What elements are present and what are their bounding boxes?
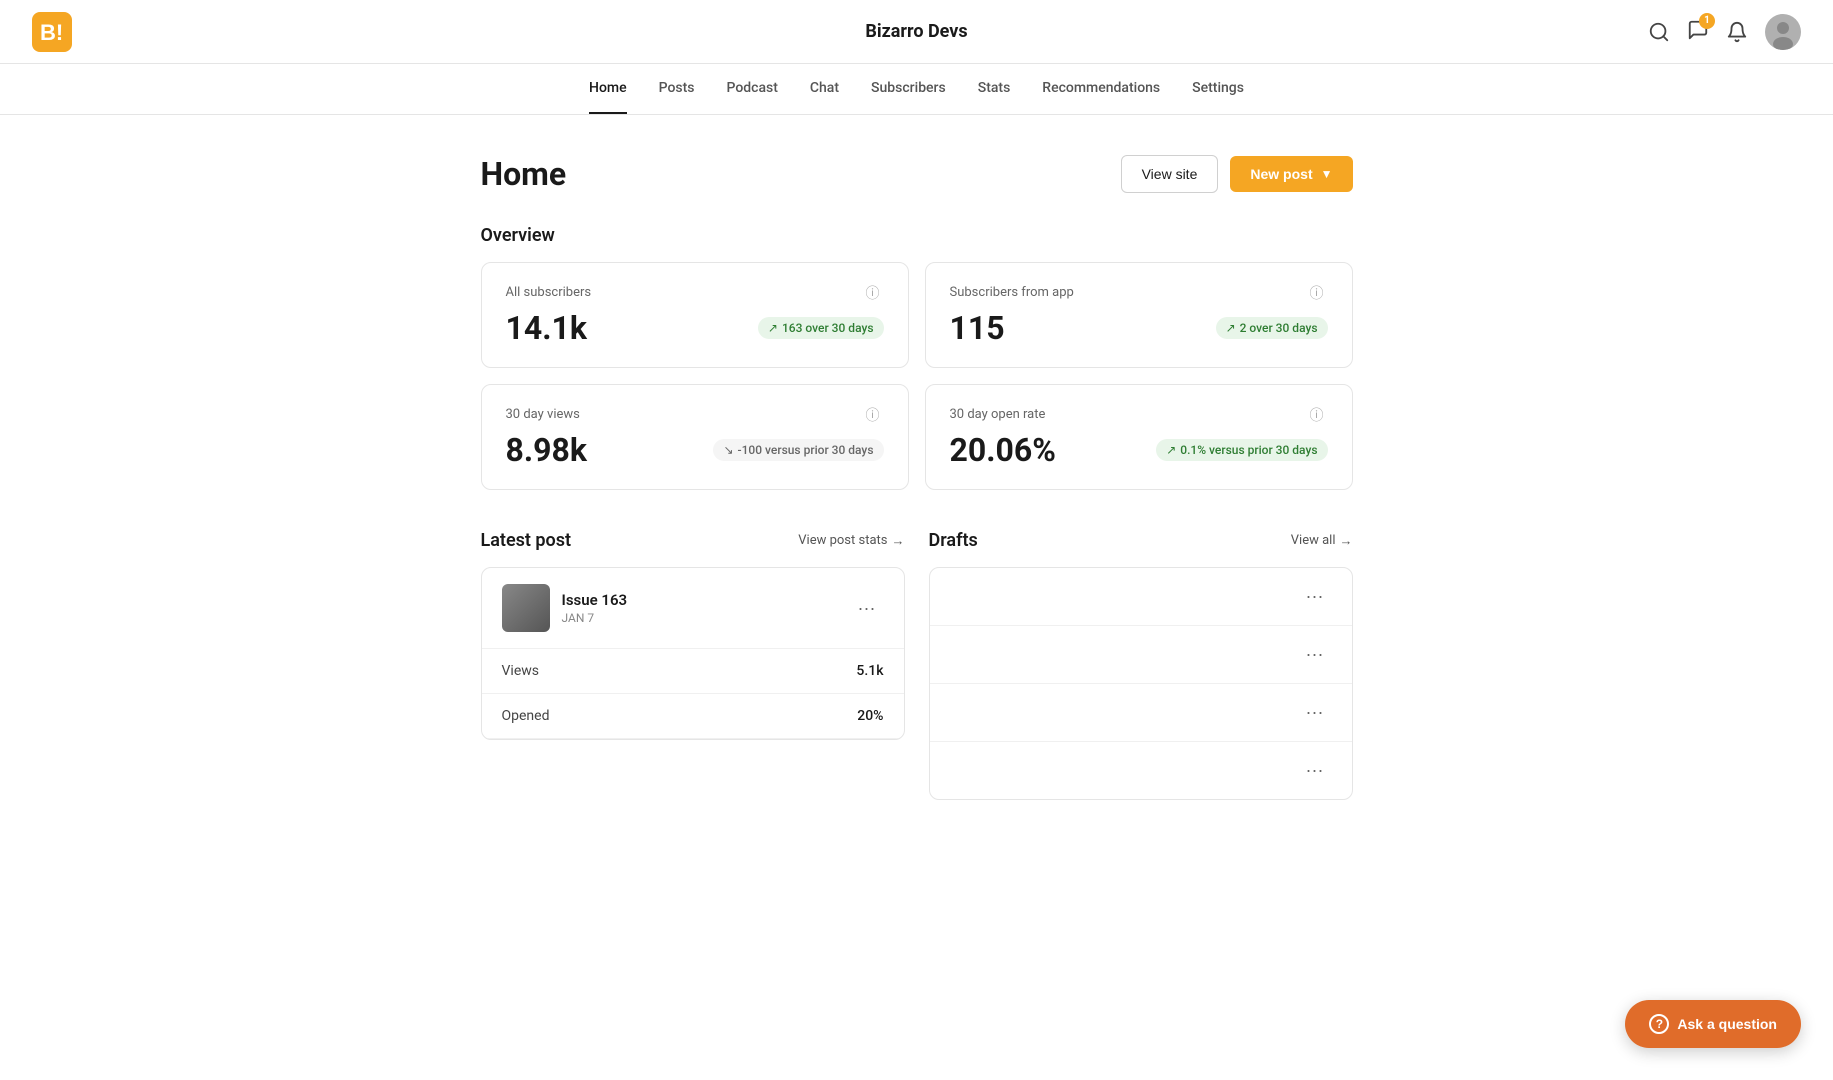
stat-value-30-day-views: 8.98k xyxy=(506,431,587,469)
logo[interactable]: B! xyxy=(32,12,92,52)
post-stat-opened: Opened 20% xyxy=(482,694,904,739)
ask-question-icon: ? xyxy=(1649,1014,1669,1034)
info-icon-open-rate[interactable]: ⓘ xyxy=(1310,405,1328,423)
latest-post-title: Latest post xyxy=(481,530,572,551)
drafts-title: Drafts xyxy=(929,530,978,551)
ask-question-button[interactable]: ? Ask a question xyxy=(1625,1000,1801,1048)
stat-badge-all-subscribers: 163 over 30 days xyxy=(758,317,884,339)
bottom-grid: Latest post View post stats → Issue 163 … xyxy=(481,530,1353,800)
notifications-icon[interactable] xyxy=(1725,20,1749,44)
draft-item-3: ··· xyxy=(930,684,1352,742)
drafts-section: Drafts View all → ··· ··· ··· ··· xyxy=(929,530,1353,800)
opened-label: Opened xyxy=(502,708,550,724)
header-actions: 1 xyxy=(1647,14,1801,50)
post-card: Issue 163 JAN 7 ··· Views 5.1k Opened 20… xyxy=(481,567,905,740)
logo-icon: B! xyxy=(32,12,72,52)
page-header-actions: View site New post ▼ xyxy=(1121,155,1353,193)
draft-more-button-1[interactable]: ··· xyxy=(1298,582,1332,611)
trend-up-icon-3 xyxy=(1166,443,1176,457)
nav-item-stats[interactable]: Stats xyxy=(978,64,1011,114)
stat-label-30-day-views: 30 day views xyxy=(506,407,580,422)
nav-item-podcast[interactable]: Podcast xyxy=(726,64,777,114)
post-date: JAN 7 xyxy=(562,611,628,625)
view-all-drafts-link[interactable]: View all → xyxy=(1291,533,1353,549)
search-icon[interactable] xyxy=(1647,20,1671,44)
stat-badge-open-rate: 0.1% versus prior 30 days xyxy=(1156,439,1327,461)
info-icon-30-day-views[interactable]: ⓘ xyxy=(866,405,884,423)
trend-up-icon-2 xyxy=(1226,321,1236,335)
stat-label-all-subscribers: All subscribers xyxy=(506,285,592,300)
nav-item-subscribers[interactable]: Subscribers xyxy=(871,64,946,114)
header: B! Bizarro Devs 1 xyxy=(0,0,1833,64)
stats-grid: All subscribers ⓘ 14.1k 163 over 30 days… xyxy=(481,262,1353,490)
stat-card-open-rate: 30 day open rate ⓘ 20.06% 0.1% versus pr… xyxy=(925,384,1353,490)
drafts-card: ··· ··· ··· ··· xyxy=(929,567,1353,800)
draft-item-4: ··· xyxy=(930,742,1352,799)
nav-item-chat[interactable]: Chat xyxy=(810,64,839,114)
post-more-button[interactable]: ··· xyxy=(850,594,884,623)
site-title: Bizarro Devs xyxy=(865,21,967,42)
avatar[interactable] xyxy=(1765,14,1801,50)
nav-item-home[interactable]: Home xyxy=(589,64,627,114)
post-thumbnail xyxy=(502,584,550,632)
stat-badge-app-subscribers: 2 over 30 days xyxy=(1216,317,1328,339)
post-card-info: Issue 163 JAN 7 xyxy=(502,584,628,632)
draft-item-2: ··· xyxy=(930,626,1352,684)
stat-value-open-rate: 20.06% xyxy=(950,431,1056,469)
trend-down-icon xyxy=(723,443,733,457)
trend-up-icon xyxy=(768,321,778,335)
new-post-button[interactable]: New post ▼ xyxy=(1230,156,1352,192)
overview-title: Overview xyxy=(481,225,1353,246)
message-badge: 1 xyxy=(1699,13,1715,29)
draft-item-1: ··· xyxy=(930,568,1352,626)
stat-badge-30-day-views: -100 versus prior 30 days xyxy=(713,439,883,461)
draft-more-button-4[interactable]: ··· xyxy=(1298,756,1332,785)
main-content: Home View site New post ▼ Overview All s… xyxy=(457,115,1377,840)
nav-item-recommendations[interactable]: Recommendations xyxy=(1042,64,1160,114)
main-nav: Home Posts Podcast Chat Subscribers Stat… xyxy=(0,64,1833,115)
svg-text:B!: B! xyxy=(40,20,63,45)
post-stat-views: Views 5.1k xyxy=(482,649,904,694)
stat-label-app-subscribers: Subscribers from app xyxy=(950,285,1074,300)
view-post-stats-link[interactable]: View post stats → xyxy=(798,533,904,549)
views-label: Views xyxy=(502,663,540,679)
chevron-down-icon: ▼ xyxy=(1321,167,1333,181)
latest-post-section: Latest post View post stats → Issue 163 … xyxy=(481,530,905,800)
stat-value-app-subscribers: 115 xyxy=(950,309,1005,347)
views-value: 5.1k xyxy=(856,663,883,679)
drafts-header: Drafts View all → xyxy=(929,530,1353,551)
new-post-label: New post xyxy=(1250,166,1312,182)
arrow-right-icon: → xyxy=(892,533,905,549)
draft-more-button-2[interactable]: ··· xyxy=(1298,640,1332,669)
draft-more-button-3[interactable]: ··· xyxy=(1298,698,1332,727)
page-header: Home View site New post ▼ xyxy=(481,155,1353,193)
post-card-header: Issue 163 JAN 7 ··· xyxy=(482,568,904,649)
stat-card-all-subscribers: All subscribers ⓘ 14.1k 163 over 30 days xyxy=(481,262,909,368)
post-title: Issue 163 xyxy=(562,591,628,609)
stat-card-app-subscribers: Subscribers from app ⓘ 115 2 over 30 day… xyxy=(925,262,1353,368)
post-meta: Issue 163 JAN 7 xyxy=(562,591,628,625)
arrow-right-icon-2: → xyxy=(1340,533,1353,549)
latest-post-header: Latest post View post stats → xyxy=(481,530,905,551)
ask-question-label: Ask a question xyxy=(1677,1016,1777,1032)
nav-item-posts[interactable]: Posts xyxy=(659,64,695,114)
stat-value-all-subscribers: 14.1k xyxy=(506,309,587,347)
stat-card-30-day-views: 30 day views ⓘ 8.98k -100 versus prior 3… xyxy=(481,384,909,490)
info-icon-all-subscribers[interactable]: ⓘ xyxy=(866,283,884,301)
post-thumbnail-image xyxy=(502,584,550,632)
stat-label-open-rate: 30 day open rate xyxy=(950,407,1046,422)
page-title: Home xyxy=(481,155,567,193)
messages-icon[interactable]: 1 xyxy=(1687,19,1709,45)
nav-item-settings[interactable]: Settings xyxy=(1192,64,1244,114)
view-site-button[interactable]: View site xyxy=(1121,155,1219,193)
info-icon-app-subscribers[interactable]: ⓘ xyxy=(1310,283,1328,301)
opened-value: 20% xyxy=(857,708,883,724)
